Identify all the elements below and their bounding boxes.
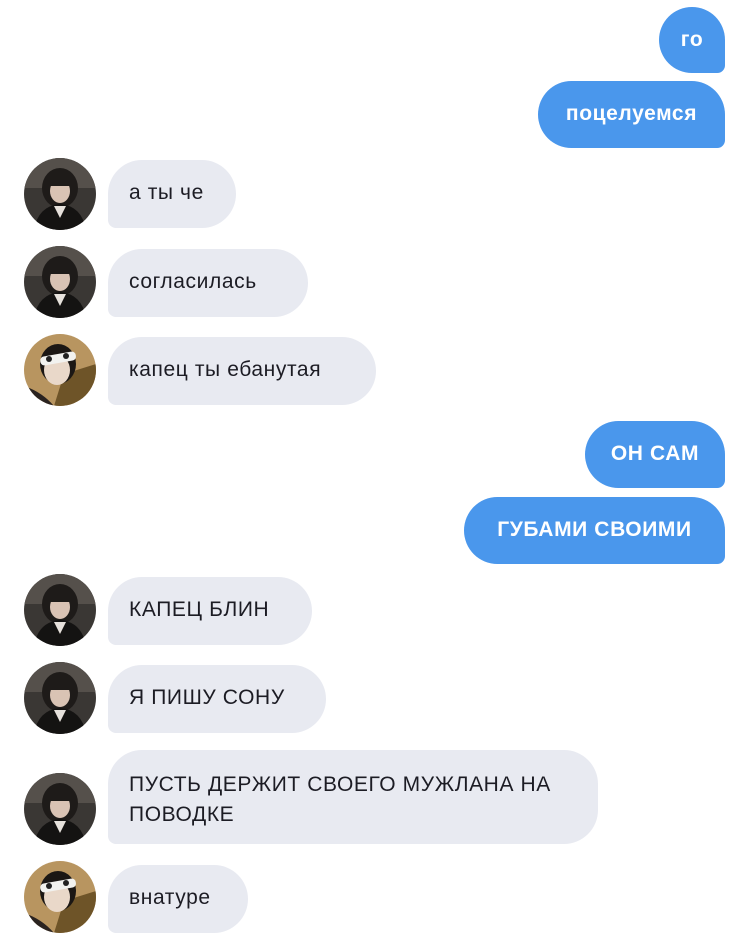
message-text: КАПЕЦ БЛИН — [129, 598, 270, 621]
message-text: Я ПИШУ СОНУ — [129, 686, 285, 709]
message-text: поцелуемся — [565, 102, 698, 125]
girl-avatar[interactable] — [24, 158, 96, 230]
girl-avatar[interactable] — [24, 246, 96, 318]
outgoing-message[interactable]: ГУБАМИ СВОИМИ — [464, 497, 725, 564]
message-text: капец ты ебанутая — [129, 358, 322, 381]
incoming-message[interactable]: внатуре — [108, 865, 248, 933]
girl-avatar[interactable] — [24, 773, 96, 845]
incoming-message[interactable]: Я ПИШУ СОНУ — [108, 665, 326, 733]
message-text: а ты че — [129, 181, 204, 204]
outgoing-message[interactable]: ОН САМ — [585, 421, 725, 488]
chat-thread: го поцелуемся а ты че согласилась капец … — [0, 0, 750, 948]
outgoing-message[interactable]: го — [659, 7, 725, 73]
incoming-message[interactable]: КАПЕЦ БЛИН — [108, 577, 312, 645]
message-text: ГУБАМИ СВОИМИ — [497, 518, 692, 541]
message-text: согласилась — [129, 270, 257, 293]
message-text: внатуре — [129, 886, 211, 909]
boy-avatar[interactable] — [24, 861, 96, 933]
girl-avatar[interactable] — [24, 662, 96, 734]
incoming-message[interactable]: ПУСТЬ ДЕРЖИТ СВОЕГО МУЖЛАНА НА ПОВОДКЕ — [108, 750, 598, 844]
incoming-message[interactable]: согласилась — [108, 249, 308, 317]
message-text: го — [680, 28, 704, 51]
incoming-message[interactable]: капец ты ебанутая — [108, 337, 376, 405]
boy-avatar[interactable] — [24, 334, 96, 406]
message-text: ПУСТЬ ДЕРЖИТ СВОЕГО МУЖЛАНА НА ПОВОДКЕ — [129, 773, 551, 826]
message-text: ОН САМ — [610, 442, 700, 465]
girl-avatar[interactable] — [24, 574, 96, 646]
outgoing-message[interactable]: поцелуемся — [538, 81, 725, 148]
incoming-message[interactable]: а ты че — [108, 160, 236, 228]
